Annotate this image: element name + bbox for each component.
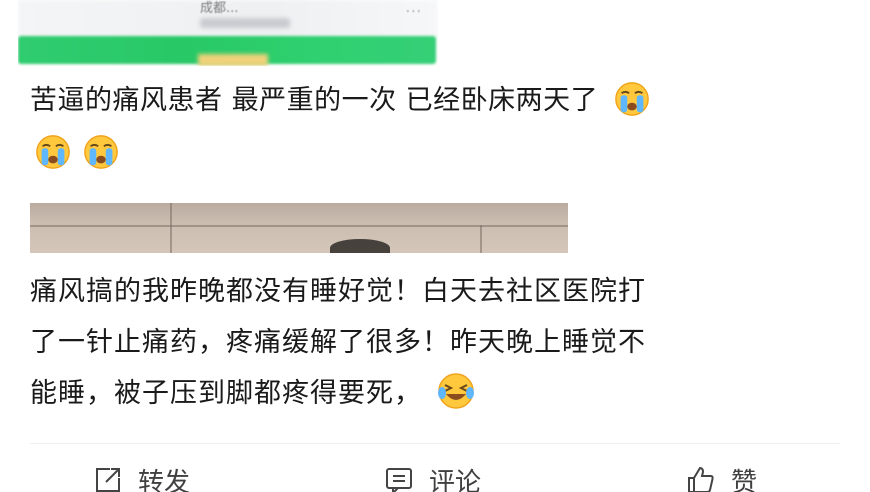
- comment-line: 能睡，被子压到脚都疼得要死，: [30, 378, 422, 409]
- like-label: 赞: [731, 467, 758, 492]
- comment-label: 评论: [429, 467, 482, 492]
- repost-button[interactable]: 转发: [92, 460, 190, 492]
- post-text: 苦逼的痛风患者 最严重的一次 已经卧床两天了: [30, 85, 599, 116]
- author-header: 成都... ···: [18, 0, 438, 66]
- comment-button[interactable]: 评论: [383, 460, 481, 492]
- repost-label: 转发: [138, 467, 191, 492]
- divider: [30, 443, 840, 444]
- crying-face-icon: [84, 135, 118, 169]
- tile-seam: [30, 225, 568, 227]
- crying-face-icon: [615, 82, 650, 116]
- more-dots-icon[interactable]: ···: [406, 4, 422, 20]
- comment-body: 痛风搞的我昨晚都没有睡好觉！白天去社区医院打 了一针止痛药，疼痛缓解了很多！昨天…: [30, 266, 830, 419]
- redaction-highlight: [198, 54, 268, 66]
- photo-shadow: [330, 239, 390, 253]
- crying-face-icon: [36, 135, 70, 169]
- thumbs-up-icon: [688, 466, 714, 492]
- tile-seam: [170, 203, 172, 253]
- repost-icon: [96, 468, 120, 492]
- account-name[interactable]: 成都...: [200, 0, 238, 16]
- like-button[interactable]: 赞: [685, 460, 757, 492]
- post-photo[interactable]: [30, 203, 568, 253]
- comment-line: 痛风搞的我昨晚都没有睡好觉！白天去社区医院打: [30, 276, 646, 307]
- comment-line: 了一针止痛药，疼痛缓解了很多！昨天晚上睡觉不: [30, 327, 646, 358]
- emoji-row: [34, 130, 120, 174]
- comment-icon: [386, 468, 412, 492]
- account-subtitle: [200, 18, 290, 28]
- post-body: 苦逼的痛风患者 最严重的一次 已经卧床两天了: [30, 79, 830, 123]
- tile-seam: [480, 225, 482, 253]
- laughing-tears-icon: [438, 373, 474, 409]
- comment-line-last: 能睡，被子压到脚都疼得要死，: [30, 368, 830, 419]
